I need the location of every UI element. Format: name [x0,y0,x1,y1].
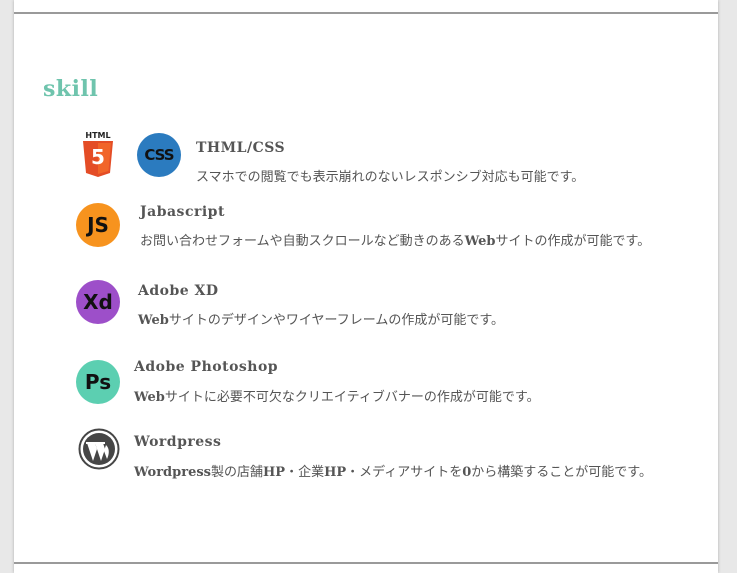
desc-mid-3: ・メディアサイトを [346,465,463,480]
skill-desc-html-css: スマホでの閲覧でも表示崩れのないレスポンシブ対応も可能です。 [196,170,585,185]
desc-suffix: から構築することが可能です。 [471,465,652,480]
wordpress-icon [78,428,120,470]
desc-bold: Web [464,234,496,249]
html5-glyph: 5 [91,145,105,169]
skill-desc-photoshop: Webサイトに必要不可欠なクリエイティブバナーの作成が可能です。 [134,386,540,405]
skill-title-html-css: THML/CSS [196,140,286,156]
desc-suffix: サイトの作成が可能です。 [495,234,651,249]
skill-title-wordpress: Wordpress [134,434,222,450]
desc-bold: Web [138,313,169,328]
js-icon: JS [76,203,120,247]
desc-suffix: サイトのデザインやワイヤーフレームの作成が可能です。 [168,313,505,328]
css-icon: CSS [137,133,181,177]
css-glyph: CSS [144,146,174,164]
xd-glyph: Xd [83,290,113,314]
skill-title-javascript: Jabascript [140,204,225,220]
photoshop-icon: Ps [76,360,120,404]
desc-bold: Web [134,390,165,405]
js-glyph: JS [87,213,109,237]
desc-mid-1: 製の店舗 [211,465,264,480]
desc-suffix: サイトに必要不可欠なクリエイティブバナーの作成が可能です。 [164,390,540,405]
ps-glyph: Ps [84,370,112,394]
desc-mid-2: ・企業 [285,465,325,480]
adobe-xd-icon: Xd [76,280,120,324]
skill-desc-javascript: お問い合わせフォームや自動スクロールなど動きのあるWebサイトの作成が可能です。 [140,230,650,249]
desc-bold-3: HP [324,465,347,480]
bottom-divider [14,562,718,564]
section-heading: skill [43,76,99,102]
skill-title-adobe-xd: Adobe XD [138,283,219,299]
html5-label: HTML [85,131,111,140]
skill-card [14,0,718,573]
desc-bold-2: HP [263,465,286,480]
skill-desc-wordpress: Wordpress製の店舗HP・企業HP・メディアサイトを0から構築することが可… [134,461,652,480]
desc-bold-4: 0 [462,465,472,480]
skill-desc-adobe-xd: Webサイトのデザインやワイヤーフレームの作成が可能です。 [138,309,504,328]
html5-icon: HTML 5 [81,131,115,177]
desc-bold-1: Wordpress [134,465,211,480]
top-divider [14,12,718,14]
skill-title-photoshop: Adobe Photoshop [134,359,279,375]
desc-prefix: お問い合わせフォームや自動スクロールなど動きのある [140,234,465,249]
